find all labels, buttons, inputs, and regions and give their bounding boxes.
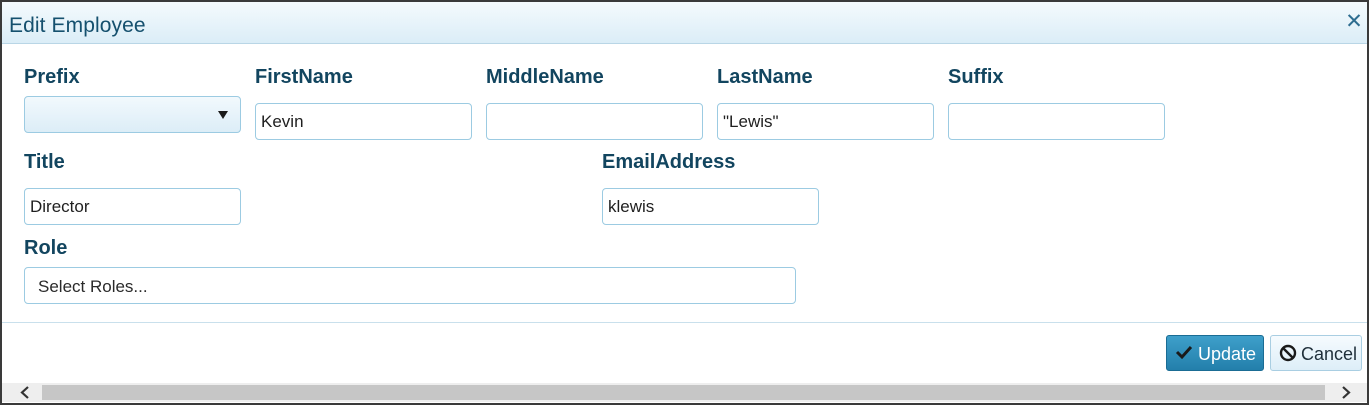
check-icon [1175, 344, 1193, 365]
scroll-left-icon[interactable] [16, 383, 34, 402]
email-input[interactable] [602, 188, 819, 225]
suffix-input[interactable] [948, 103, 1165, 140]
middle-name-input[interactable] [486, 103, 703, 140]
edit-employee-dialog: Edit Employee ✕ Prefix FirstName MiddleN… [0, 0, 1369, 405]
scroll-right-icon[interactable] [1337, 383, 1355, 402]
prefix-dropdown[interactable] [24, 96, 241, 133]
ban-icon [1279, 344, 1297, 367]
update-button[interactable]: Update [1166, 335, 1264, 371]
last-name-label: LastName [717, 66, 813, 88]
dialog-titlebar: Edit Employee ✕ [2, 2, 1367, 44]
horizontal-scrollbar[interactable] [2, 383, 1367, 402]
role-label: Role [24, 237, 68, 259]
middle-name-label: MiddleName [486, 66, 604, 88]
update-label: Update [1198, 344, 1257, 364]
dialog-title: Edit Employee [9, 14, 146, 37]
first-name-label: FirstName [255, 66, 353, 88]
close-icon[interactable]: ✕ [1345, 11, 1363, 32]
first-name-input[interactable] [255, 103, 472, 140]
title-input[interactable] [24, 188, 241, 225]
suffix-label: Suffix [948, 66, 1004, 88]
cancel-label: Cancel [1301, 344, 1358, 364]
scrollbar-thumb[interactable] [42, 385, 1325, 400]
prefix-label: Prefix [24, 66, 80, 88]
title-label: Title [24, 151, 65, 173]
role-placeholder: Select Roles... [38, 277, 148, 296]
footer-divider [2, 322, 1367, 323]
cancel-button[interactable]: Cancel [1270, 335, 1362, 371]
email-label: EmailAddress [602, 151, 736, 173]
chevron-down-icon [218, 111, 228, 119]
role-multiselect[interactable]: Select Roles... [24, 267, 796, 304]
last-name-input[interactable] [717, 103, 934, 140]
